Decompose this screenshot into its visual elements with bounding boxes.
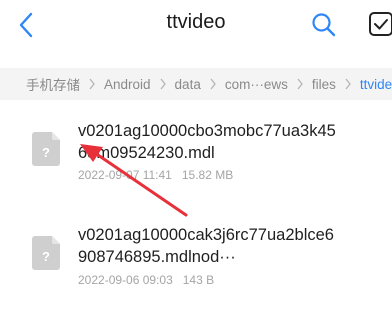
breadcrumb-item-data[interactable]: data xyxy=(175,77,201,92)
unknown-file-icon: ? xyxy=(32,132,60,166)
search-button[interactable] xyxy=(309,10,339,40)
svg-text:?: ? xyxy=(42,145,50,160)
breadcrumb: 手机存储 Android data com···ews files ttvide… xyxy=(0,68,392,100)
chevron-right-icon xyxy=(89,78,95,90)
svg-text:?: ? xyxy=(42,249,50,264)
file-name: v0201ag10000cbo3mobc77ua3k4565m09524230.… xyxy=(78,122,336,162)
select-mode-button[interactable] xyxy=(368,11,392,39)
chevron-right-icon xyxy=(210,78,216,90)
search-icon xyxy=(312,13,336,37)
breadcrumb-item-storage[interactable]: 手机存储 xyxy=(26,74,80,94)
breadcrumb-trail: 手机存储 Android data com···ews files ttvide… xyxy=(26,68,392,100)
app-header: ttvideo xyxy=(0,0,392,52)
unknown-file-icon: ? xyxy=(32,236,60,270)
breadcrumb-item-package[interactable]: com···ews xyxy=(225,77,288,92)
chevron-right-icon xyxy=(345,78,351,90)
file-size: 143 B xyxy=(182,273,215,287)
chevron-right-icon xyxy=(297,78,303,90)
file-date: 2022-09-06 09:03 xyxy=(78,273,173,287)
chevron-right-icon xyxy=(160,78,166,90)
breadcrumb-item-android[interactable]: Android xyxy=(104,77,151,92)
breadcrumb-item-files[interactable]: files xyxy=(312,77,336,92)
file-name: v0201ag10000cak3j6rc77ua2blce6908746895.… xyxy=(78,226,334,266)
file-meta: 2022-09-06 09:03 143 B xyxy=(78,273,214,287)
file-size: 15.82 MB xyxy=(181,168,234,182)
file-meta: 2022-09-07 11:41 15.82 MB xyxy=(78,168,233,182)
checkbox-icon xyxy=(369,12,392,36)
file-list-item[interactable]: ? v0201ag10000cak3j6rc77ua2blce690874689… xyxy=(0,218,392,298)
file-date: 2022-09-07 11:41 xyxy=(78,168,172,182)
file-list-item[interactable]: ? v0201ag10000cbo3mobc77ua3k4565m0952423… xyxy=(0,112,392,202)
breadcrumb-item-current[interactable]: ttvideo xyxy=(360,77,392,92)
